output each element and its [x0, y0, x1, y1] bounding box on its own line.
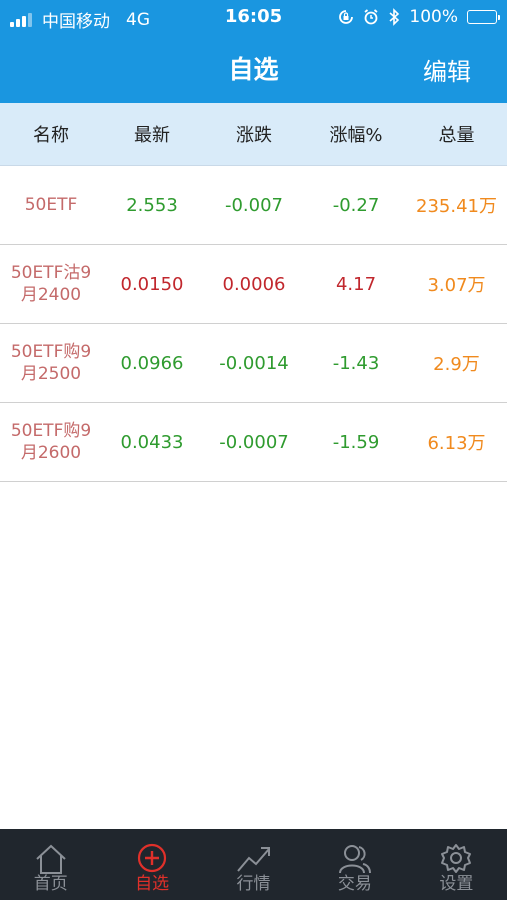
tab-label: 自选 [135, 874, 170, 894]
watchlist-table: 50ETF 2.553 -0.007 -0.27 235.41万 50ETF沽9… [0, 166, 507, 482]
edit-button[interactable]: 编辑 [423, 52, 471, 87]
rotation-lock-icon [339, 10, 354, 24]
row-latest: 0.0150 [120, 273, 184, 295]
row-volume: 6.13万 [427, 433, 486, 454]
row-latest: 0.0966 [120, 352, 184, 374]
header-volume[interactable]: 总量 [406, 121, 507, 147]
row-name: 50ETF购9月2600 [10, 421, 92, 463]
battery-icon [467, 10, 500, 24]
header-change[interactable]: 涨跌 [202, 121, 306, 147]
row-name: 50ETF购9月2500 [10, 342, 92, 384]
row-volume: 235.41万 [416, 196, 497, 217]
alarm-icon [364, 9, 378, 25]
tab-home[interactable]: 首页 [0, 829, 101, 900]
table-row[interactable]: 50ETF 2.553 -0.007 -0.27 235.41万 [0, 166, 507, 245]
row-change-pct: -1.59 [332, 431, 380, 453]
table-row[interactable]: 50ETF沽9月2400 0.0150 0.0006 4.17 3.07万 [0, 245, 507, 324]
tab-market[interactable]: 行情 [203, 829, 304, 900]
row-change: -0.007 [224, 194, 284, 216]
tab-watchlist[interactable]: 自选 [101, 829, 202, 900]
top-bar: 中国移动 4G 16:05 100% 自选 编辑 [0, 0, 507, 103]
table-row[interactable]: 50ETF购9月2600 0.0433 -0.0007 -1.59 6.13万 [0, 403, 507, 482]
header-change-pct[interactable]: 涨幅% [306, 121, 406, 147]
row-latest: 2.553 [126, 194, 178, 216]
row-change-pct: 4.17 [335, 273, 377, 295]
row-change: -0.0014 [219, 352, 289, 374]
tab-label: 行情 [236, 874, 271, 894]
row-name: 50ETF沽9月2400 [10, 263, 92, 305]
tab-trade[interactable]: 交易 [304, 829, 405, 900]
tab-label: 交易 [337, 874, 372, 894]
tab-label: 设置 [439, 874, 474, 894]
battery-percent: 100% [409, 7, 458, 27]
tab-label: 首页 [33, 874, 68, 894]
tab-settings[interactable]: 设置 [406, 829, 507, 900]
table-header: 名称 最新 涨跌 涨幅% 总量 [0, 103, 507, 166]
row-change: 0.0006 [222, 273, 286, 295]
row-change-pct: -1.43 [332, 352, 380, 374]
row-latest: 0.0433 [120, 431, 184, 453]
row-change-pct: -0.27 [332, 194, 380, 216]
status-bar: 中国移动 4G 16:05 100% [0, 0, 507, 36]
row-name: 50ETF [24, 195, 78, 215]
bottom-tab-bar: 首页 自选 行情 交易 设置 [0, 829, 507, 900]
row-volume: 2.9万 [433, 354, 480, 375]
bluetooth-icon [389, 8, 400, 26]
row-change: -0.0007 [219, 431, 289, 453]
table-row[interactable]: 50ETF购9月2500 0.0966 -0.0014 -1.43 2.9万 [0, 324, 507, 403]
row-volume: 3.07万 [427, 275, 486, 296]
header-latest[interactable]: 最新 [102, 121, 202, 147]
header-name[interactable]: 名称 [0, 121, 102, 147]
